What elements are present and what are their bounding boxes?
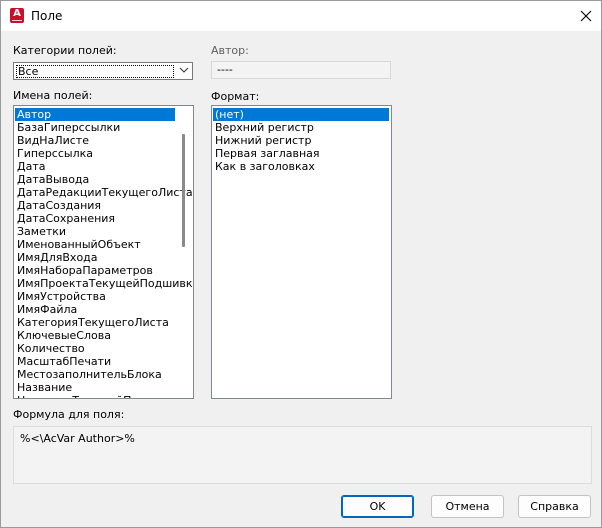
field-names-label: Имена полей: xyxy=(13,89,93,102)
list-item[interactable]: Заметки xyxy=(15,225,175,238)
chevron-down-icon xyxy=(179,67,189,73)
cancel-button[interactable]: Отмена xyxy=(431,495,504,518)
list-item[interactable]: Количество xyxy=(15,342,175,355)
list-item[interactable]: ИмяФайла xyxy=(15,303,175,316)
ok-button[interactable]: OK xyxy=(341,495,414,518)
list-item[interactable]: ИмяУстройства xyxy=(15,290,175,303)
list-item[interactable]: НазваниеТекущейПодшивки xyxy=(15,394,183,398)
author-value-field: ---- xyxy=(211,61,391,79)
list-item[interactable]: МестозаполнительБлока xyxy=(15,368,175,381)
autocad-icon: A xyxy=(10,8,24,23)
list-item[interactable]: Нижний регистр xyxy=(213,134,389,147)
categories-label: Категории полей: xyxy=(13,44,117,57)
categories-selected: Все xyxy=(16,65,174,78)
list-item[interactable]: МасштабПечати xyxy=(15,355,175,368)
list-item[interactable]: ВидНаЛисте xyxy=(15,134,175,147)
format-list[interactable]: (нет) Верхний регистр Нижний регистр Первая… xyxy=(211,105,392,399)
close-button[interactable] xyxy=(571,1,601,31)
formula-label: Формула для поля: xyxy=(13,408,125,421)
list-item[interactable]: ДатаСоздания xyxy=(15,199,175,212)
list-item[interactable]: Гиперссылка xyxy=(15,147,175,160)
list-item[interactable]: Верхний регистр xyxy=(213,121,389,134)
list-item[interactable]: БазаГиперссылки xyxy=(15,121,175,134)
field-dialog: A Поле Категории полей: Все Автор: ---- … xyxy=(0,0,602,528)
formula-field: %<\AcVar Author>% xyxy=(13,426,592,484)
scrollbar-thumb[interactable] xyxy=(182,134,185,247)
categories-dropdown[interactable]: Все xyxy=(13,62,193,80)
list-item[interactable]: Как в заголовках xyxy=(213,160,389,173)
list-item[interactable]: ДатаСохранения xyxy=(15,212,175,225)
list-item[interactable]: ДатаРедакцииТекущегоЛиста xyxy=(15,186,193,199)
title-bar: A Поле xyxy=(1,1,601,31)
list-item[interactable]: Первая заглавная xyxy=(213,147,389,160)
author-value: ---- xyxy=(217,63,233,76)
format-label: Формат: xyxy=(211,90,260,103)
close-icon xyxy=(580,10,592,22)
list-item[interactable]: Название xyxy=(15,381,175,394)
list-item[interactable]: (нет) xyxy=(213,108,389,121)
formula-value: %<\AcVar Author>% xyxy=(20,432,135,445)
list-item[interactable]: Дата xyxy=(15,160,175,173)
list-item[interactable]: ИменованныйОбъект xyxy=(15,238,175,251)
help-button[interactable]: Справка xyxy=(518,495,591,518)
author-label: Автор: xyxy=(211,44,249,57)
field-names-list[interactable]: Автор БазаГиперссылки ВидНаЛисте Гиперссылк… xyxy=(13,105,194,399)
list-item[interactable]: ИмяДляВхода xyxy=(15,251,175,264)
list-item[interactable]: ИмяПроектаТекущейПодшивки xyxy=(15,277,193,290)
list-item[interactable]: ДатаВывода xyxy=(15,173,175,186)
list-item[interactable]: Автор xyxy=(15,108,175,121)
window-title: Поле xyxy=(31,9,63,23)
list-item[interactable]: КлючевыеСлова xyxy=(15,329,175,342)
list-item[interactable]: КатегорияТекущегоЛиста xyxy=(15,316,175,329)
list-item[interactable]: ИмяНабораПараметров xyxy=(15,264,175,277)
